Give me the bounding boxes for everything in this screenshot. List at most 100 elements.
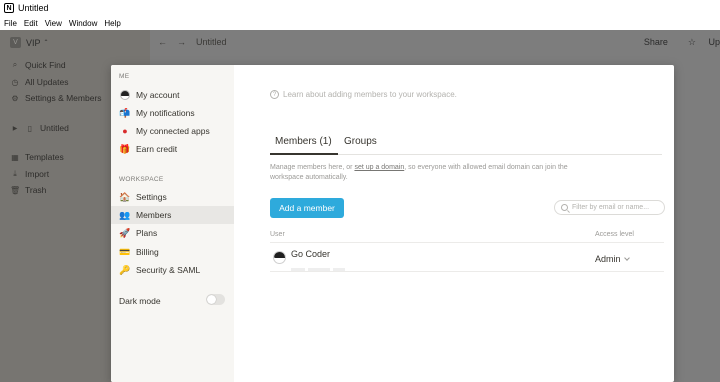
settings-item-label: My account: [136, 90, 180, 100]
breadcrumb-page[interactable]: Untitled: [196, 37, 227, 47]
tab-groups[interactable]: Groups: [344, 136, 377, 147]
learn-about-members-link[interactable]: ? Learn about adding members to your wor…: [270, 90, 457, 99]
workspace-name: VIP: [26, 37, 41, 48]
window-title-bar: N Untitled: [0, 0, 720, 16]
sidebar-item-settings-members[interactable]: ⚙ Settings & Members: [10, 93, 102, 103]
settings-item-label: My notifications: [136, 108, 195, 118]
balloon-icon: ●: [122, 126, 128, 136]
table-divider: [270, 242, 664, 243]
access-level-value: Admin: [595, 254, 621, 264]
column-header-user: User: [270, 231, 285, 238]
set-up-domain-link[interactable]: set up a domain: [354, 164, 404, 171]
access-level-dropdown[interactable]: Admin: [595, 254, 630, 264]
forward-arrow-icon[interactable]: →: [177, 37, 186, 47]
triangle-right-icon: ▶: [12, 125, 18, 132]
user-avatar-icon: [119, 89, 131, 101]
sidebar-item-label: Quick Find: [25, 60, 66, 70]
sidebar-item-label: Trash: [25, 185, 47, 195]
toggle-knob: [207, 295, 216, 304]
sidebar-item-quick-find[interactable]: ⌕ Quick Find: [10, 60, 66, 70]
filter-members-input[interactable]: Filter by email or name...: [554, 200, 665, 215]
back-arrow-icon[interactable]: ←: [158, 37, 167, 47]
menu-help[interactable]: Help: [104, 19, 120, 28]
settings-item-label: My connected apps: [136, 126, 210, 136]
workspace-avatar: V: [10, 37, 21, 48]
settings-item-my-connected-apps[interactable]: ● My connected apps: [111, 122, 234, 140]
section-heading-workspace: WORKSPACE: [119, 176, 164, 183]
active-tab-indicator: [270, 153, 338, 155]
topbar-breadcrumb: ← → Untitled: [158, 37, 237, 47]
credit-card-icon: 💳: [119, 246, 131, 257]
search-icon: ⌕: [12, 60, 18, 69]
settings-modal: ME My account 📬 My notifications ● My co…: [111, 65, 674, 382]
menu-window[interactable]: Window: [69, 19, 97, 28]
member-name: Go Coder: [291, 249, 331, 259]
menu-file[interactable]: File: [4, 19, 17, 28]
updates-button[interactable]: ☆ Up: [678, 37, 720, 48]
menu-edit[interactable]: Edit: [24, 19, 38, 28]
question-circle-icon: ?: [270, 90, 279, 99]
sidebar-item-templates[interactable]: ▦ Templates: [10, 152, 64, 162]
menu-bar: File Edit View Window Help: [0, 16, 720, 30]
sidebar-item-label: Templates: [25, 152, 64, 162]
settings-item-label: Members: [136, 210, 172, 220]
people-icon: 👥: [119, 209, 131, 220]
sidebar-item-label: Import: [25, 169, 50, 179]
table-divider: [270, 271, 664, 272]
settings-item-plans[interactable]: 🚀 Plans: [111, 224, 234, 242]
settings-item-label: Earn credit: [136, 144, 178, 154]
sidebar-item-label: Untitled: [40, 123, 69, 133]
templates-icon: ▦: [11, 152, 19, 162]
import-icon: ⤓: [13, 169, 17, 178]
sidebar-item-all-updates[interactable]: ◷ All Updates: [10, 77, 69, 87]
notion-app-icon: N: [4, 3, 14, 13]
settings-sidebar: ME My account 📬 My notifications ● My co…: [111, 65, 234, 382]
key-icon: 🔑: [119, 264, 131, 275]
settings-item-label: Settings: [136, 192, 167, 202]
workspace-switcher[interactable]: V VIP ⌃: [10, 37, 49, 48]
settings-item-my-notifications[interactable]: 📬 My notifications: [111, 104, 234, 122]
add-member-button[interactable]: Add a member: [270, 198, 344, 218]
sidebar-item-page-untitled[interactable]: ▶ ▯ Untitled: [10, 123, 69, 133]
settings-item-label: Security & SAML: [136, 265, 201, 275]
settings-item-members[interactable]: 👥 Members: [111, 206, 234, 224]
settings-item-security-saml[interactable]: 🔑 Security & SAML: [111, 261, 234, 279]
star-icon: ☆: [687, 37, 696, 47]
clock-icon: ◷: [11, 77, 19, 87]
settings-item-earn-credit[interactable]: 🎁 Earn credit: [111, 140, 234, 158]
members-panel: ? Learn about adding members to your wor…: [234, 65, 674, 382]
settings-item-label: Plans: [136, 228, 158, 238]
filter-placeholder: Filter by email or name...: [572, 204, 650, 211]
updates-label: Up: [708, 37, 720, 47]
trash-icon: 🗑: [10, 185, 21, 195]
mailbox-icon: 📬: [119, 107, 131, 118]
window-title: Untitled: [18, 3, 49, 13]
members-tabs: Members (1) Groups: [270, 135, 662, 155]
settings-item-settings[interactable]: 🏠 Settings: [111, 188, 234, 206]
house-icon: 🏠: [119, 191, 131, 202]
description-text: Manage members here, or: [270, 164, 353, 171]
section-heading-me: ME: [119, 73, 130, 80]
learn-text: Learn about adding members to your works…: [283, 90, 457, 99]
tab-members[interactable]: Members (1): [275, 136, 332, 147]
menu-view[interactable]: View: [45, 19, 62, 28]
dark-mode-label: Dark mode: [119, 296, 161, 306]
user-avatar: [273, 251, 286, 264]
chevron-updown-icon: ⌃: [43, 40, 49, 46]
sidebar-item-trash[interactable]: 🗑 Trash: [10, 185, 46, 195]
dark-mode-toggle[interactable]: [206, 294, 225, 305]
topbar-actions: Share ☆ Up: [634, 37, 720, 48]
members-description: Manage members here, or set up a domain,…: [270, 163, 600, 183]
gear-icon: ⚙: [11, 93, 19, 103]
settings-item-label: Billing: [136, 247, 159, 257]
member-email-redacted: [291, 261, 351, 272]
table-row: Go Coder Admin: [270, 245, 664, 272]
settings-item-billing[interactable]: 💳 Billing: [111, 243, 234, 261]
settings-item-my-account[interactable]: My account: [111, 86, 234, 104]
rocket-icon: 🚀: [119, 227, 131, 238]
sidebar-item-import[interactable]: ⤓ Import: [10, 169, 49, 179]
chevron-down-icon: [623, 255, 630, 261]
search-icon: [561, 204, 568, 211]
sidebar-item-label: Settings & Members: [25, 93, 102, 103]
share-button[interactable]: Share: [644, 37, 668, 48]
